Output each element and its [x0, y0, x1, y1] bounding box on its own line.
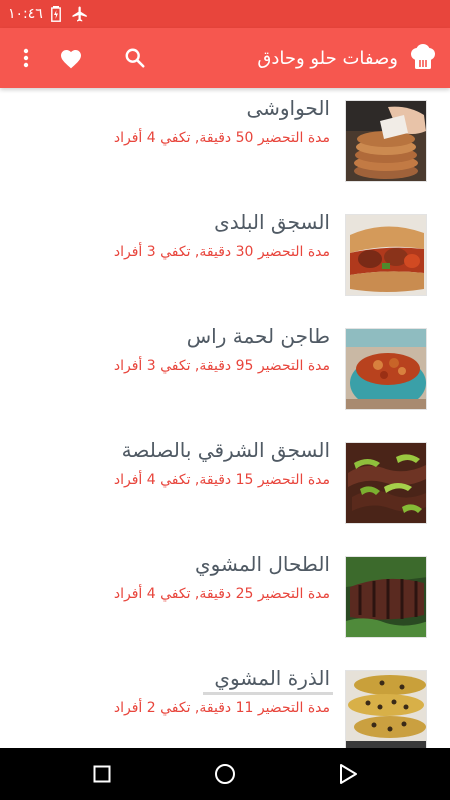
home-icon[interactable] [205, 754, 245, 794]
heart-icon[interactable] [56, 38, 86, 78]
airplane-mode-icon [71, 5, 89, 23]
recipe-meta: مدة التحضير 50 دقيقة, تكفي 4 أفراد [113, 130, 330, 146]
recipe-meta: مدة التحضير 30 دقيقة, تكفي 3 أفراد [113, 244, 330, 260]
recipe-thumbnail [345, 100, 427, 182]
recipe-title: السجق البلدى [214, 210, 330, 234]
chef-hat-icon [408, 43, 438, 73]
recipe-title: الحواوشى [246, 96, 330, 120]
recipe-title: طاجن لحمة راس [186, 324, 330, 348]
app-title-group: وصفات حلو وحادق [257, 43, 438, 73]
recipe-item-hawawshi[interactable]: الحواوشى مدة التحضير 50 دقيقة, تكفي 4 أف… [0, 88, 450, 202]
recipe-thumbnail [345, 670, 427, 748]
status-bar: ١٠:٤٦ [0, 0, 450, 28]
recipe-meta: مدة التحضير 15 دقيقة, تكفي 4 أفراد [113, 472, 330, 488]
recipe-thumbnail [345, 328, 427, 410]
recipe-title: السجق الشرقي بالصلصة [121, 438, 330, 462]
recipe-title: الطحال المشوي [195, 552, 330, 576]
recipe-meta: مدة التحضير 11 دقيقة, تكفي 2 أفراد [113, 700, 330, 716]
search-icon[interactable] [120, 38, 150, 78]
touch-ripple-highlight [203, 692, 333, 695]
recent-apps-icon[interactable] [82, 754, 122, 794]
app-title: وصفات حلو وحادق [257, 47, 398, 69]
app-bar-actions [14, 38, 150, 78]
recipe-thumbnail [345, 556, 427, 638]
app-bar: وصفات حلو وحادق [0, 28, 450, 88]
recipe-item-grilled-spleen[interactable]: الطحال المشوي مدة التحضير 25 دقيقة, تكفي… [0, 544, 450, 658]
recipe-item-tagine[interactable]: طاجن لحمة راس مدة التحضير 95 دقيقة, تكفي… [0, 316, 450, 430]
recipe-thumbnail [345, 214, 427, 296]
recipe-meta: مدة التحضير 95 دقيقة, تكفي 3 أفراد [113, 358, 330, 374]
system-nav-bar [0, 748, 450, 800]
recipe-item-sausage[interactable]: السجق البلدى مدة التحضير 30 دقيقة, تكفي … [0, 202, 450, 316]
battery-charging-icon [50, 6, 61, 22]
back-icon[interactable] [328, 754, 368, 794]
recipe-item-grilled-corn[interactable]: الذرة المشوي مدة التحضير 11 دقيقة, تكفي … [0, 658, 450, 748]
status-time: ١٠:٤٦ [8, 6, 43, 22]
more-vert-icon[interactable] [14, 38, 38, 78]
recipe-meta: مدة التحضير 25 دقيقة, تكفي 4 أفراد [113, 586, 330, 602]
recipe-title: الذرة المشوي [214, 666, 330, 690]
recipe-thumbnail [345, 442, 427, 524]
recipe-list[interactable]: الحواوشى مدة التحضير 50 دقيقة, تكفي 4 أف… [0, 88, 450, 748]
recipe-item-oriental-sausage[interactable]: السجق الشرقي بالصلصة مدة التحضير 15 دقيق… [0, 430, 450, 544]
